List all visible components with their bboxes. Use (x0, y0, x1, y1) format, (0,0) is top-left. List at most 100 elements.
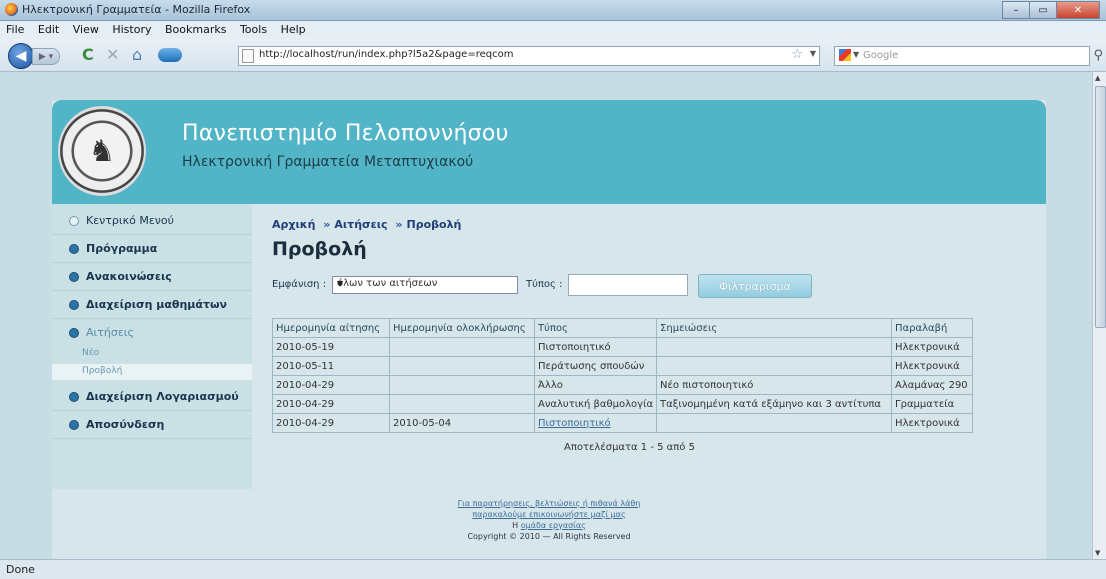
table-cell: Γραμματεία (891, 394, 974, 414)
search-engine-dropdown-icon[interactable]: ▼ (853, 50, 859, 59)
back-button[interactable]: ◀ (8, 43, 34, 69)
bookmark-star-icon[interactable]: ☆ (791, 47, 803, 62)
sidebar-item-label: Πρόγραμμα (86, 242, 158, 255)
sidebar-subitem-label: Προβολή (82, 366, 123, 376)
footer-contact-link[interactable]: παρακαλούμε επικοινωνήστε μαζί μας (52, 510, 1046, 519)
sidebar-item-label: Διαχείριση Λογαριασμού (86, 390, 239, 403)
window-titlebar: Ηλεκτρονική Γραμματεία - Mozilla Firefox… (0, 0, 1106, 21)
breadcrumb-separator: » (323, 218, 331, 231)
show-label: Εμφάνιση : (272, 279, 327, 290)
table-cell: 2010-05-19 (272, 337, 390, 357)
breadcrumb: Αρχική » Αιτήσεις » Προβολή (272, 218, 461, 231)
footer-feedback-link[interactable]: Για παρατήρησεις, βελτιώσεις ή πιθανά λά… (52, 499, 1046, 508)
site-title: Πανεπιστημίο Πελοποννήσου (182, 121, 509, 146)
main-content: Αρχική » Αιτήσεις » Προβολή Προβολή Εμφάνι… (268, 204, 1038, 489)
sidebar-item-label: Αιτήσεις (86, 326, 134, 339)
table-cell: 2010-04-29 (272, 413, 390, 433)
results-count: Αποτελέσματα 1 - 5 από 5 (564, 442, 695, 453)
menu-bookmarks[interactable]: Bookmarks (165, 21, 226, 39)
menu-help[interactable]: Help (281, 21, 306, 39)
status-bar: Done (0, 559, 1106, 579)
table-cell: Αναλυτική βαθμολογία (533, 394, 658, 414)
minimize-button[interactable]: – (1002, 1, 1030, 19)
table-cell: Ηλεκτρονικά (891, 413, 974, 433)
column-header: Σημειώσεις (656, 318, 893, 338)
table-cell-link[interactable]: Πιστοποιητικό (533, 413, 658, 433)
sidebar-subitem-new[interactable]: Νέο (52, 346, 252, 362)
table-row: 2010-05-11 Περάτωσης σπουδών Ηλεκτρονικά (272, 356, 974, 376)
home-icon[interactable]: ⌂ (132, 47, 142, 63)
site-container: ♞ Πανεπιστημίο Πελοποννήσου Ηλεκτρονική … (52, 100, 1046, 559)
url-dropdown-icon[interactable]: ▼ (810, 49, 816, 58)
sidebar-item-schedule[interactable]: Πρόγραμμα (52, 236, 252, 263)
sidebar-subitem-view[interactable]: Προβολή (52, 364, 252, 380)
menu-file[interactable]: File (6, 21, 24, 39)
column-header: Παραλαβή (891, 318, 974, 338)
table-cell: 2010-05-11 (272, 356, 390, 376)
column-header: Ημερομηνία αίτησης (272, 318, 390, 338)
sidebar-item-account[interactable]: Διαχείριση Λογαριασμού (52, 384, 252, 411)
sidebar-item-label: Κεντρικό Μενού (86, 214, 175, 227)
table-cell (389, 375, 535, 395)
reload-icon[interactable]: C (82, 47, 94, 63)
search-bar[interactable]: ▼ Google ⚲ (834, 46, 1103, 66)
search-placeholder: Google (863, 50, 899, 61)
sidebar-item-main-menu[interactable]: Κεντρικό Μενού (52, 208, 252, 235)
menu-tools[interactable]: Tools (240, 21, 267, 39)
table-row: 2010-04-29 Αναλυτική βαθμολογία Ταξινομη… (272, 394, 974, 414)
menu-bar: File Edit View History Bookmarks Tools H… (0, 21, 1106, 39)
site-subtitle: Ηλεκτρονική Γραμματεία Μεταπτυχιακού (182, 154, 474, 170)
sidebar-item-announcements[interactable]: Ανακοινώσεις (52, 264, 252, 291)
vertical-scrollbar[interactable]: ▲ ▼ (1092, 72, 1106, 559)
university-logo: ♞ (58, 106, 146, 196)
table-cell: Ηλεκτρονικά (891, 356, 974, 376)
sidebar-item-label: Αποσύνδεση (86, 418, 165, 431)
show-select[interactable]: όλων των αιτήσεων ▼ (332, 276, 518, 294)
table-cell: 2010-05-04 (389, 413, 535, 433)
site-footer: Για παρατήρησεις, βελτιώσεις ή πιθανά λά… (52, 489, 1046, 559)
scroll-up-icon[interactable]: ▲ (1095, 74, 1100, 82)
bullet-icon (69, 328, 79, 338)
url-bar[interactable]: http://localhost/run/index.php?l5a2&page… (238, 46, 820, 66)
google-icon[interactable] (839, 49, 851, 61)
search-icon[interactable]: ⚲ (1093, 48, 1103, 63)
sidebar-item-label: Διαχείριση μαθημάτων (86, 298, 228, 311)
type-input[interactable] (568, 274, 688, 296)
footer-team-link[interactable]: ομάδα εργασίας (521, 521, 586, 530)
close-button[interactable]: ✕ (1056, 1, 1100, 19)
menu-edit[interactable]: Edit (38, 21, 59, 39)
table-cell (389, 356, 535, 376)
bullet-icon (69, 420, 79, 430)
menu-view[interactable]: View (73, 21, 99, 39)
column-header: Τύπος (533, 318, 658, 338)
footer-team-prefix: Η (512, 521, 519, 530)
table-row: 2010-04-29 2010-05-04 Πιστοποιητικό Ηλεκ… (272, 413, 974, 433)
sidebar-item-courses[interactable]: Διαχείριση μαθημάτων (52, 292, 252, 319)
table-row: 2010-04-29 Άλλο Νέο πιστοποιητικό Αλαμάν… (272, 375, 974, 395)
page-title: Προβολή (272, 238, 367, 260)
bullet-icon (69, 216, 79, 226)
filter-form: Εμφάνιση : όλων των αιτήσεων ▼ Τύπος : Φ… (272, 274, 1032, 298)
stop-icon[interactable]: ✕ (106, 47, 119, 63)
bullet-icon (69, 272, 79, 282)
bullet-icon (69, 392, 79, 402)
site-header: ♞ Πανεπιστημίο Πελοποννήσου Ηλεκτρονική … (52, 100, 1046, 204)
back-arrow-icon: ◀ (15, 48, 27, 64)
table-cell: Νέο πιστοποιητικό (656, 375, 893, 395)
table-cell (389, 337, 535, 357)
menu-history[interactable]: History (112, 21, 151, 39)
sidebar-item-logout[interactable]: Αποσύνδεση (52, 412, 252, 439)
forward-button[interactable]: ▶ ▾ (32, 48, 60, 65)
bullet-icon (69, 300, 79, 310)
sidebar-item-requests[interactable]: Αιτήσεις (52, 320, 252, 346)
table-cell (656, 337, 893, 357)
scroll-down-icon[interactable]: ▼ (1095, 549, 1100, 557)
scrollbar-thumb[interactable] (1095, 86, 1106, 328)
breadcrumb-home[interactable]: Αρχική (272, 218, 315, 231)
maximize-button[interactable]: ▭ (1029, 1, 1057, 19)
filter-button[interactable]: Φιλτράρισμα (698, 274, 812, 298)
breadcrumb-requests[interactable]: Αιτήσεις (334, 218, 387, 231)
addon-icon[interactable] (158, 48, 182, 62)
table-row: 2010-05-19 Πιστοποιητικό Ηλεκτρονικά (272, 337, 974, 357)
table-cell (656, 356, 893, 376)
